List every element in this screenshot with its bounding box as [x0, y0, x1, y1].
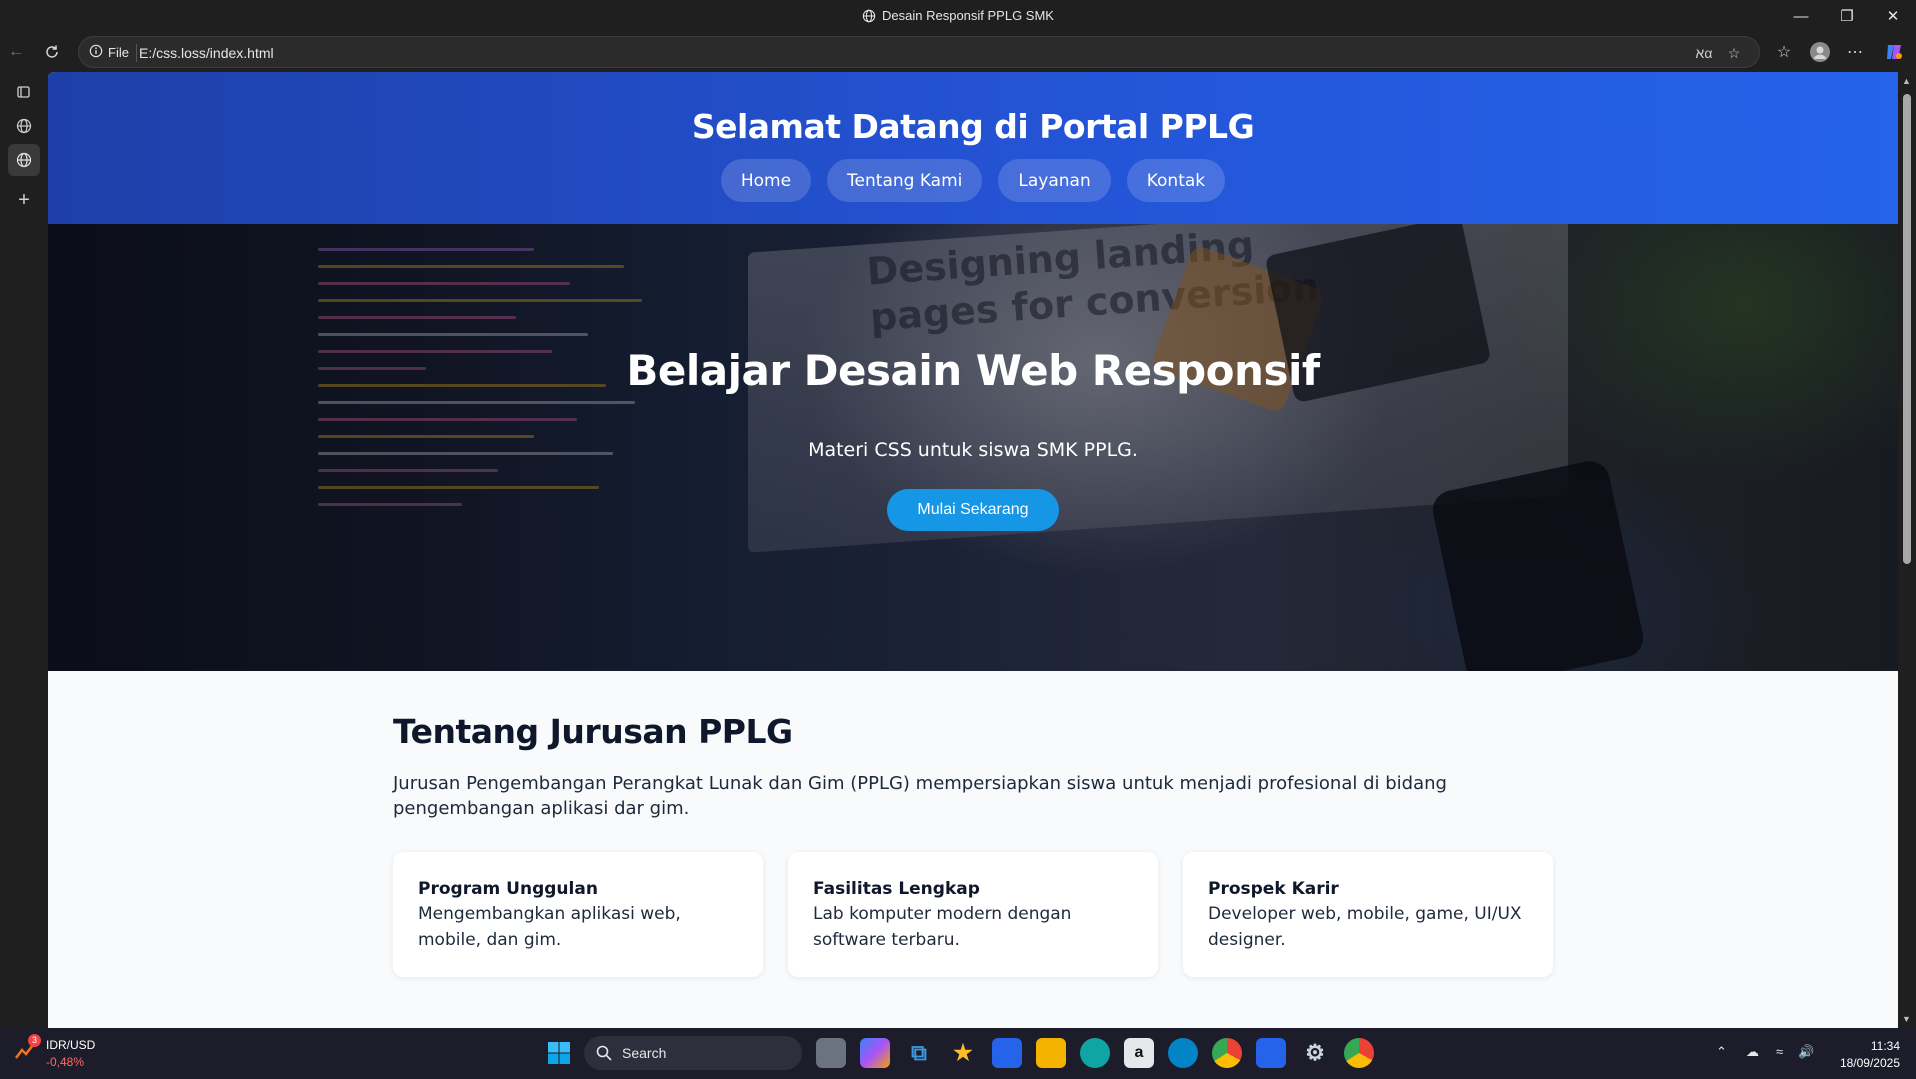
card-text: Developer web, mobile, game, UI/UX desig…	[1208, 904, 1522, 950]
restore-button[interactable]: ❐	[1824, 0, 1870, 32]
hero-subtitle: Materi CSS untuk siswa SMK PPLG.	[808, 439, 1138, 461]
feature-card: Prospek Karir Developer web, mobile, gam…	[1183, 852, 1553, 977]
cta-button[interactable]: Mulai Sekarang	[887, 489, 1059, 531]
nav-tentang-kami[interactable]: Tentang Kami	[827, 159, 983, 202]
window-title: Desain Responsif PPLG SMK	[0, 8, 1916, 23]
protocol-label: File	[108, 45, 129, 60]
page-viewport: Selamat Datang di Portal PPLG Home Tenta…	[48, 72, 1898, 1028]
settings-gear-icon[interactable]: ⚙	[1300, 1038, 1330, 1068]
chrome-profile-icon[interactable]	[1344, 1038, 1374, 1068]
ticker-badge: 3	[28, 1034, 41, 1047]
nav-layanan[interactable]: Layanan	[998, 159, 1111, 202]
ticker-change: -0,48%	[46, 1055, 85, 1069]
show-hidden-icons[interactable]: ⌃	[1716, 1044, 1727, 1060]
info-icon[interactable]	[89, 44, 103, 61]
favorites-icon[interactable]: ☆	[1772, 40, 1796, 64]
ticker-pair: IDR/USD	[46, 1038, 96, 1052]
start-button[interactable]	[544, 1038, 574, 1068]
divider	[136, 44, 137, 62]
translate-icon[interactable]: אα	[1694, 43, 1714, 63]
vscode-icon[interactable]: ⧉	[904, 1038, 934, 1068]
file-explorer-icon[interactable]	[1036, 1038, 1066, 1068]
feature-card: Program Unggulan Mengembangkan aplikasi …	[393, 852, 763, 977]
favorite-star-icon[interactable]: ☆	[1724, 43, 1744, 63]
feature-card: Fasilitas Lengkap Lab komputer modern de…	[788, 852, 1158, 977]
site-title: Selamat Datang di Portal PPLG	[691, 107, 1255, 146]
scroll-thumb[interactable]	[1903, 94, 1911, 564]
window-title-text: Desain Responsif PPLG SMK	[882, 8, 1054, 23]
chrome-icon[interactable]	[1212, 1038, 1242, 1068]
clock-date: 18/09/2025	[1839, 1056, 1900, 1070]
card-text: Lab komputer modern dengan software terb…	[813, 904, 1072, 950]
back-button[interactable]: ←	[4, 40, 28, 64]
close-window-button[interactable]: ✕	[1870, 0, 1916, 32]
globe-icon	[862, 9, 876, 23]
tab-actions-icon[interactable]	[8, 76, 40, 108]
page-scrollbar[interactable]: ▲ ▼	[1898, 72, 1916, 1028]
card-text: Mengembangkan aplikasi web, mobile, dan …	[418, 904, 681, 950]
window-title-bar: Desain Responsif PPLG SMK — ❐ ✕	[0, 0, 1916, 32]
nav-kontak[interactable]: Kontak	[1126, 159, 1226, 202]
feature-cards: Program Unggulan Mengembangkan aplikasi …	[393, 852, 1553, 977]
search-label: Search	[622, 1045, 667, 1061]
store-icon[interactable]	[992, 1038, 1022, 1068]
search-icon	[596, 1045, 612, 1061]
about-description: Jurusan Pengembangan Perangkat Lunak dan…	[393, 773, 1447, 819]
hero-title: Belajar Desain Web Responsif	[626, 346, 1320, 395]
copilot-icon[interactable]	[1882, 40, 1906, 64]
nav-home[interactable]: Home	[720, 159, 812, 202]
vertical-tab-strip: +	[0, 72, 48, 1028]
minimize-button[interactable]: —	[1778, 0, 1824, 32]
taskbar-search[interactable]: Search	[584, 1036, 802, 1070]
copilot-app-icon[interactable]	[860, 1038, 890, 1068]
app-icon[interactable]	[1168, 1038, 1198, 1068]
refresh-button[interactable]	[40, 40, 64, 64]
address-bar[interactable]: File E:/css.loss/index.html אα ☆	[78, 36, 1760, 68]
url-text[interactable]: E:/css.loss/index.html	[139, 45, 274, 61]
starred-app-icon[interactable]: ★	[948, 1038, 978, 1068]
scroll-up-icon[interactable]: ▲	[1902, 76, 1911, 86]
cloud-icon[interactable]: ☁	[1746, 1044, 1759, 1060]
browser-toolbar: ← File E:/css.loss/index.html אα ☆ ☆ ⋯	[0, 32, 1916, 72]
tab-globe-icon[interactable]	[8, 110, 40, 142]
system-clock[interactable]: 11:34 18/09/2025	[1810, 1038, 1900, 1072]
site-header: Selamat Datang di Portal PPLG Home Tenta…	[48, 72, 1898, 224]
taskbar: 3 IDR/USD -0,48% Search ⧉ ★ a ⚙ ⌃ ☁ ≈ 🔊 …	[0, 1028, 1916, 1079]
card-title: Fasilitas Lengkap	[813, 879, 980, 899]
new-tab-icon[interactable]: +	[8, 184, 40, 216]
task-view-icon[interactable]	[816, 1038, 846, 1068]
site-nav: Home Tentang Kami Layanan Kontak	[48, 159, 1898, 202]
about-section: Tentang Jurusan PPLG Jurusan Pengembanga…	[393, 712, 1553, 977]
more-options-icon[interactable]: ⋯	[1843, 40, 1867, 64]
tab-active-globe-icon[interactable]	[8, 144, 40, 176]
edge-icon[interactable]	[1080, 1038, 1110, 1068]
clock-time: 11:34	[1870, 1039, 1900, 1053]
hero-section: Designing landing pages for conversion Be…	[48, 224, 1898, 671]
refresh-icon	[46, 45, 58, 58]
wifi-icon[interactable]: ≈	[1776, 1044, 1783, 1059]
amazon-icon[interactable]: a	[1124, 1038, 1154, 1068]
card-title: Prospek Karir	[1208, 879, 1339, 899]
scroll-down-icon[interactable]: ▼	[1902, 1014, 1911, 1024]
about-heading: Tentang Jurusan PPLG	[393, 712, 793, 751]
dropbox-icon[interactable]	[1256, 1038, 1286, 1068]
card-title: Program Unggulan	[418, 879, 598, 899]
profile-avatar[interactable]	[1808, 40, 1832, 64]
